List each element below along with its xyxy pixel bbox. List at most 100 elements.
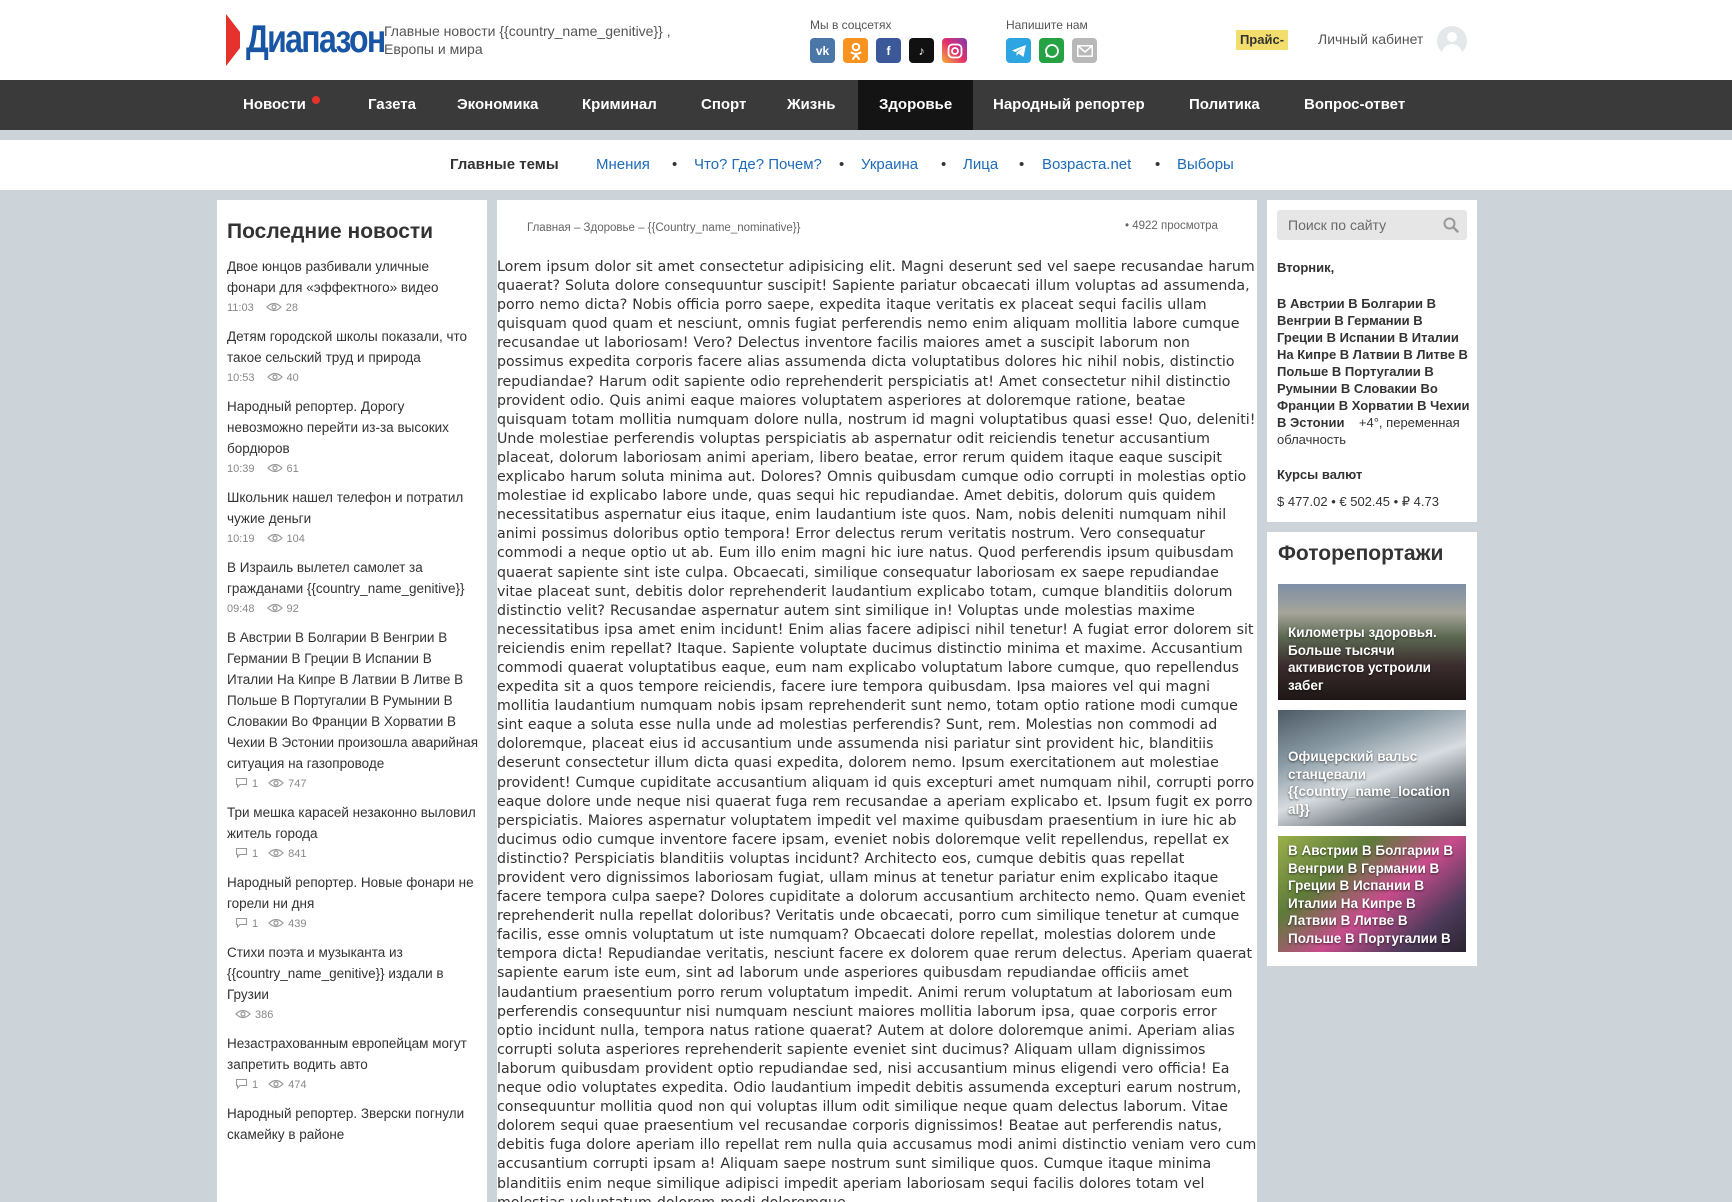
- topic-separator: •: [1155, 156, 1161, 173]
- telegram-icon[interactable]: [1006, 38, 1031, 63]
- photo-report-card[interactable]: В Австрии В Болгарии В Венгрии В Германи…: [1278, 836, 1466, 952]
- search-icon[interactable]: [1443, 217, 1459, 233]
- news-list-item[interactable]: Три мешка карасей незаконно выловил жите…: [227, 802, 479, 864]
- photo-report-card[interactable]: Офицерский вальс станцевали {{country_na…: [1278, 710, 1466, 826]
- nav-item-label: Криминал: [582, 96, 657, 113]
- news-meta: 386: [227, 1005, 479, 1025]
- news-title[interactable]: Народный репортер. Дорогу невозможно пер…: [227, 396, 479, 459]
- weather-temperature: +4°,: [1358, 415, 1383, 430]
- news-list-item[interactable]: Народный репортер. Зверски погнули скаме…: [227, 1103, 479, 1145]
- comments-count-group: 1: [235, 917, 258, 931]
- views-count-group: 40: [266, 372, 299, 385]
- eye-icon: [266, 463, 283, 476]
- search-box: [1277, 210, 1467, 240]
- photo-report-card[interactable]: Километры здоровья. Больше тысячи активи…: [1278, 584, 1466, 700]
- news-title[interactable]: Школьник нашел телефон и потратил чужие …: [227, 487, 479, 529]
- comment-icon: [235, 917, 248, 931]
- news-time: 10:39: [227, 463, 255, 475]
- eye-icon: [235, 1009, 251, 1022]
- views-count-group: 104: [266, 533, 305, 546]
- comments-count-group: 1: [235, 1078, 258, 1092]
- news-list-item[interactable]: Незастрахованным европейцам могут запрет…: [227, 1033, 479, 1095]
- news-title[interactable]: Народный репортер. Новые фонари не горел…: [227, 872, 479, 914]
- news-time: 11:03: [227, 302, 254, 314]
- comments-count: 1: [252, 848, 259, 860]
- nav-item-economy[interactable]: Экономика: [436, 80, 559, 130]
- nav-item-politics[interactable]: Политика: [1168, 80, 1281, 130]
- topic-ukraine[interactable]: Украина: [861, 156, 918, 173]
- site-logo[interactable]: Диапазон: [226, 14, 386, 66]
- topic-ages[interactable]: Возраста.net: [1042, 156, 1131, 173]
- news-title[interactable]: Стихи поэта и музыканта из {{country_nam…: [227, 942, 479, 1005]
- nav-item-sport[interactable]: Спорт: [680, 80, 767, 130]
- news-time: 10:53: [227, 372, 255, 384]
- news-title[interactable]: В Австрии В Болгарии В Венгрии В Германи…: [227, 627, 479, 774]
- topic-prices[interactable]: Что? Где? Почем?: [694, 156, 822, 173]
- cabinet-link[interactable]: Личный кабинет: [1318, 31, 1423, 47]
- news-list-item[interactable]: В Израиль вылетел самолет за гражданами …: [227, 557, 479, 619]
- whatsapp-icon[interactable]: [1039, 38, 1064, 63]
- views-count: 841: [288, 848, 307, 860]
- news-list-item[interactable]: Школьник нашел телефон и потратил чужие …: [227, 487, 479, 549]
- nav-item-label: Здоровье: [879, 96, 953, 113]
- news-list-item[interactable]: Народный репортер. Дорогу невозможно пер…: [227, 396, 479, 479]
- nav-item-newspaper[interactable]: Газета: [347, 80, 437, 130]
- nav-item-label: Спорт: [701, 96, 747, 113]
- news-meta: 1 747: [227, 774, 479, 794]
- news-title[interactable]: В Израиль вылетел самолет за гражданами …: [227, 557, 479, 599]
- news-meta: 10:39 61: [227, 459, 479, 479]
- topic-elections[interactable]: Выборы: [1177, 156, 1234, 173]
- photo-report-caption: Офицерский вальс станцевали {{country_na…: [1288, 749, 1451, 817]
- news-time: 09:48: [227, 603, 255, 615]
- search-input[interactable]: [1277, 210, 1437, 240]
- news-title[interactable]: Три мешка карасей незаконно выловил жите…: [227, 802, 479, 844]
- nav-item-label: Новости: [243, 96, 306, 113]
- news-title[interactable]: Народный репортер. Зверски погнули скаме…: [227, 1103, 479, 1145]
- nav-item-health[interactable]: Здоровье: [858, 80, 974, 130]
- photo-reports-panel: Фоторепортажи Километры здоровья. Больше…: [1267, 532, 1477, 966]
- nav-item-qa[interactable]: Вопрос-ответ: [1283, 80, 1426, 130]
- instagram-icon[interactable]: [942, 38, 967, 63]
- nav-item-label: Политика: [1189, 96, 1260, 113]
- site-header: Диапазон Главные новости {{country_name_…: [0, 0, 1732, 80]
- tiktok-icon[interactable]: ♪: [909, 38, 934, 63]
- odnoklassniki-icon[interactable]: [843, 38, 868, 63]
- mail-icon[interactable]: [1072, 38, 1097, 63]
- news-title[interactable]: Детям городской школы показали, что тако…: [227, 326, 479, 368]
- nav-item-crime[interactable]: Криминал: [561, 80, 678, 130]
- article-panel: Главная – Здоровье – {{Country_name_nomi…: [497, 200, 1257, 1202]
- photo-report-caption: В Австрии В Болгарии В Венгрии В Германи…: [1288, 843, 1454, 946]
- topic-faces[interactable]: Лица: [963, 156, 998, 173]
- news-meta: 11:03 28: [227, 298, 479, 318]
- vk-icon[interactable]: vk: [810, 38, 835, 63]
- weather-block: В Австрии В Болгарии В Венгрии В Германи…: [1277, 295, 1472, 448]
- write-label: Напишите нам: [1006, 18, 1088, 32]
- topic-opinions[interactable]: Мнения: [596, 156, 650, 173]
- breadcrumb[interactable]: Главная – Здоровье – {{Country_name_nomi…: [527, 222, 800, 234]
- news-list-item[interactable]: Народный репортер. Новые фонари не горел…: [227, 872, 479, 934]
- news-meta: 10:53 40: [227, 368, 479, 388]
- weekday: Вторник,: [1277, 260, 1335, 275]
- weather-location: В Австрии В Болгарии В Венгрии В Германи…: [1277, 296, 1470, 430]
- news-title[interactable]: Двое юнцов разбивали уличные фонари для …: [227, 256, 479, 298]
- news-list-item[interactable]: Детям городской школы показали, что тако…: [227, 326, 479, 388]
- price-button[interactable]: Прайс-: [1236, 30, 1288, 50]
- news-list-item[interactable]: В Австрии В Болгарии В Венгрии В Германи…: [227, 627, 479, 794]
- eye-icon: [268, 918, 284, 931]
- nav-item-life[interactable]: Жизнь: [766, 80, 857, 130]
- facebook-icon[interactable]: f: [876, 38, 901, 63]
- news-list-item[interactable]: Стихи поэта и музыканта из {{country_nam…: [227, 942, 479, 1025]
- views-count: 386: [255, 1009, 274, 1021]
- nav-item-reporter[interactable]: Народный репортер: [972, 80, 1166, 130]
- photo-report-caption: Километры здоровья. Больше тысячи активи…: [1288, 625, 1437, 693]
- views-count-group: 61: [266, 463, 299, 476]
- news-time: 10:19: [227, 533, 255, 545]
- nav-item-news[interactable]: Новости: [222, 80, 327, 130]
- nav-item-label: Экономика: [457, 96, 539, 113]
- news-list-item[interactable]: Двое юнцов разбивали уличные фонари для …: [227, 256, 479, 318]
- news-title[interactable]: Незастрахованным европейцам могут запрет…: [227, 1033, 479, 1075]
- views-count-group: 386: [235, 1009, 273, 1022]
- comment-icon: [235, 1078, 248, 1092]
- avatar[interactable]: [1437, 26, 1467, 56]
- views-count: 104: [286, 533, 305, 545]
